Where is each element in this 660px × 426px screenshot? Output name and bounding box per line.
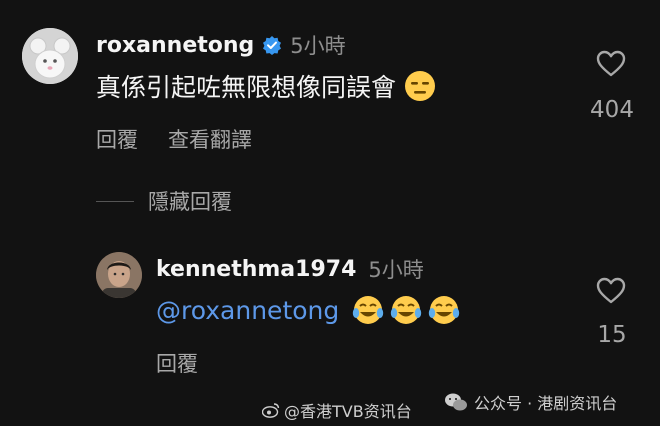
watermark-right: 公众号 · 港剧资讯台: [444, 390, 617, 414]
comment-username[interactable]: roxannetong: [96, 33, 254, 58]
comment-like-count: 404: [590, 97, 634, 123]
comment-time: 5小時: [290, 34, 346, 58]
verified-badge-icon: [263, 36, 282, 55]
reply-username[interactable]: kennethma1974: [156, 257, 356, 282]
reply-emoji-group: [351, 294, 461, 326]
weibo-logo-icon: [262, 403, 280, 418]
reply-mention-link[interactable]: @roxannetong: [156, 296, 339, 325]
like-heart-icon[interactable]: [596, 50, 626, 78]
hide-replies-toggle[interactable]: 隱藏回覆: [96, 186, 232, 216]
avatar-kennethma1974[interactable]: [96, 252, 142, 298]
comment-body: 真係引起咗無限想像同誤會: [96, 68, 436, 104]
wechat-logo-icon: [445, 393, 467, 411]
expressionless-face-emoji-icon: [405, 71, 436, 101]
reply-header: kennethma1974 5小時: [156, 254, 424, 284]
like-heart-icon[interactable]: [596, 277, 626, 305]
comment-header: roxannetong 5小時: [96, 30, 346, 60]
hide-replies-line: [96, 200, 134, 202]
avatar-roxannetong[interactable]: [22, 28, 78, 84]
reply-like-count: 15: [597, 322, 627, 348]
watermark-left: @香港TVB资讯台: [262, 398, 412, 422]
mouse-avatar-icon: [22, 28, 78, 84]
tears-of-joy-emoji-icon: [391, 296, 422, 324]
see-translation-button[interactable]: 查看翻譯: [168, 124, 252, 154]
tears-of-joy-emoji-icon: [429, 296, 460, 324]
reply-button[interactable]: 回覆: [96, 124, 138, 154]
comment-actions: 回覆 查看翻譯: [96, 124, 252, 154]
comment-text: 真係引起咗無限想像同誤會: [96, 73, 397, 102]
person-avatar-icon: [96, 252, 142, 298]
reply-reply-button[interactable]: 回覆: [156, 348, 198, 378]
reply-time: 5小時: [368, 258, 424, 282]
tears-of-joy-emoji-icon: [353, 296, 384, 324]
watermark-left-text: @香港TVB资讯台: [284, 402, 412, 421]
watermark-right-text: 公众号 · 港剧资讯台: [474, 394, 618, 413]
hide-replies-label: 隱藏回覆: [148, 190, 232, 214]
reply-body: @roxannetong: [156, 294, 461, 326]
